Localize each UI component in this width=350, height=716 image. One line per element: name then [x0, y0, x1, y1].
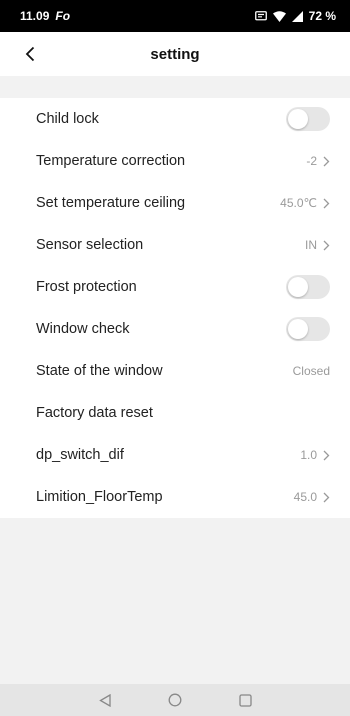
setting-label: Sensor selection: [36, 237, 144, 253]
toggle-switch[interactable]: [286, 275, 330, 299]
setting-row-factory-data-reset[interactable]: Factory data reset: [0, 392, 350, 434]
status-right: 72 %: [254, 9, 336, 23]
setting-value: -2: [306, 154, 317, 168]
setting-value: 1.0: [300, 448, 317, 462]
header: setting: [0, 32, 350, 76]
toggle-switch[interactable]: [286, 107, 330, 131]
section-gap: [0, 76, 350, 98]
chevron-right-icon: [323, 450, 330, 460]
navigation-bar: [0, 684, 350, 716]
setting-value: IN: [305, 238, 317, 252]
toggle-switch[interactable]: [286, 317, 330, 341]
status-time: 11.09: [20, 9, 50, 23]
setting-label: Child lock: [36, 111, 99, 127]
setting-row-window-check[interactable]: Window check: [0, 308, 350, 350]
setting-value: 45.0: [293, 490, 317, 504]
app-notification-icon: Fo: [55, 9, 71, 23]
message-icon: [254, 10, 267, 22]
setting-label: Factory data reset: [36, 405, 153, 421]
setting-value: 45.0℃: [280, 196, 317, 210]
setting-label: Temperature correction: [36, 153, 186, 169]
setting-label: Window check: [36, 321, 130, 337]
back-button[interactable]: [20, 44, 40, 64]
setting-control: [286, 107, 330, 131]
setting-label: Limition_FloorTemp: [36, 489, 163, 505]
recents-square-icon[interactable]: [235, 690, 255, 710]
setting-label: Frost protection: [36, 279, 137, 295]
setting-row-sensor-selection[interactable]: Sensor selection IN: [0, 224, 350, 266]
setting-control: [286, 275, 330, 299]
toggle-knob: [288, 109, 308, 129]
chevron-right-icon: [323, 198, 330, 208]
chevron-right-icon: [323, 156, 330, 166]
page-title: setting: [150, 45, 200, 63]
status-bar: 11.09 Fo 72 %: [0, 0, 350, 32]
setting-row-child-lock[interactable]: Child lock: [0, 98, 350, 140]
setting-row-state-of-the-window: State of the window Closed: [0, 350, 350, 392]
setting-control: 45.0: [294, 490, 330, 504]
chevron-right-icon: [323, 240, 330, 250]
toggle-knob: [288, 277, 308, 297]
setting-label: State of the window: [36, 363, 163, 379]
setting-control: IN: [305, 238, 330, 252]
setting-control: [286, 317, 330, 341]
setting-control: Closed: [293, 364, 330, 378]
home-circle-icon[interactable]: [165, 690, 185, 710]
settings-list: Child lock Temperature correction -2 Set te…: [0, 98, 350, 518]
battery-percent: 72 %: [308, 9, 336, 23]
setting-row-limition-floortemp[interactable]: Limition_FloorTemp 45.0: [0, 476, 350, 518]
chevron-left-icon: [25, 46, 35, 62]
back-triangle-icon[interactable]: [95, 690, 115, 710]
setting-control: 1.0: [300, 448, 330, 462]
status-left: 11.09 Fo: [20, 9, 70, 23]
setting-row-temperature-correction[interactable]: Temperature correction -2: [0, 140, 350, 182]
setting-value: Closed: [292, 364, 330, 378]
wifi-icon: [272, 10, 286, 22]
chevron-right-icon: [323, 492, 330, 502]
setting-row-set-temperature-ceiling[interactable]: Set temperature ceiling 45.0℃: [0, 182, 350, 224]
signal-icon: [291, 10, 303, 22]
setting-label: dp_switch_dif: [36, 447, 124, 463]
setting-row-dp-switch-dif[interactable]: dp_switch_dif 1.0: [0, 434, 350, 476]
setting-control: 45.0℃: [280, 196, 330, 210]
setting-row-frost-protection[interactable]: Frost protection: [0, 266, 350, 308]
toggle-knob: [288, 319, 308, 339]
setting-control: -2: [306, 154, 330, 168]
setting-label: Set temperature ceiling: [36, 195, 186, 211]
